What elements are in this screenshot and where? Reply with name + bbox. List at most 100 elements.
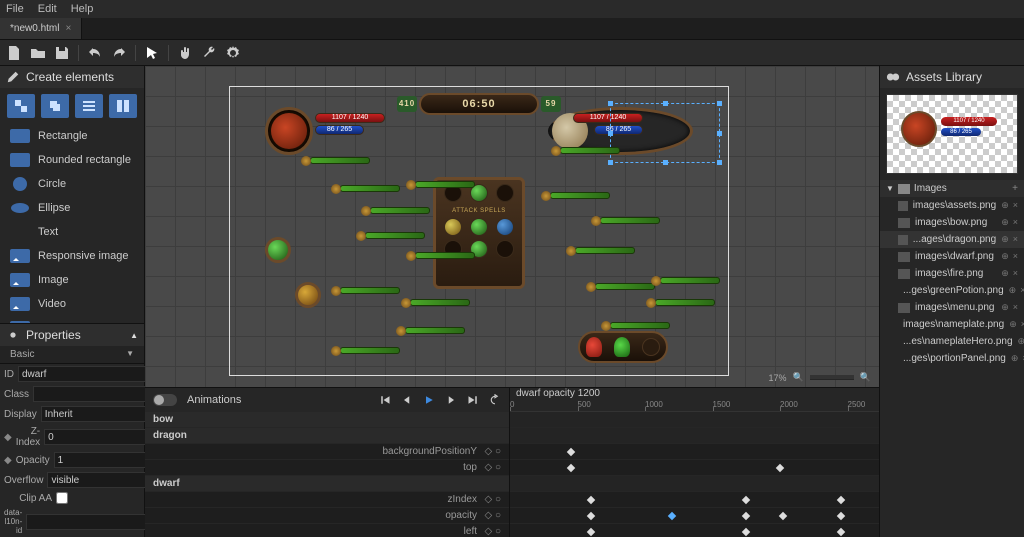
track-opacity[interactable]: opacity◇ ○ [145,508,509,524]
element-rectangle[interactable]: Rectangle [0,124,144,148]
asset-item[interactable]: ...es\nameplateHero.png⊕× [880,333,1024,350]
zoom-in-icon[interactable]: 🔍 [860,372,871,383]
keyframe[interactable] [587,496,595,504]
save-icon[interactable] [54,45,70,61]
keyframe[interactable] [837,512,845,520]
timeline-ruler[interactable]: 050010001500200025003000350040004500 [510,400,879,412]
element-button[interactable]: BButton [0,316,144,323]
hand-icon[interactable] [177,45,193,61]
keyframe[interactable] [567,448,575,456]
asset-item[interactable]: images\nameplate.png⊕× [880,316,1024,333]
pointer-icon[interactable] [144,45,160,61]
keyframe[interactable] [587,512,595,520]
keyframe[interactable] [742,496,750,504]
delete-icon[interactable]: × [1013,268,1018,279]
element-rounded-rectangle[interactable]: Rounded rectangle [0,148,144,172]
delete-icon[interactable]: × [1013,234,1018,245]
locate-icon[interactable]: ⊕ [1001,251,1009,262]
asset-item[interactable]: images\fire.png⊕× [880,265,1024,282]
element-text[interactable]: Text [0,220,144,244]
selection-box[interactable] [610,103,720,163]
asset-item[interactable]: images\bow.png⊕× [880,214,1024,231]
asset-item[interactable]: images\dwarf.png⊕× [880,248,1024,265]
next-frame-icon[interactable] [445,394,457,406]
redo-icon[interactable] [111,45,127,61]
gear-icon[interactable] [225,45,241,61]
properties-section[interactable]: Basic▼ [0,346,144,364]
keyframe[interactable] [587,528,595,536]
open-file-icon[interactable] [30,45,46,61]
locate-icon[interactable]: ⊕ [1009,319,1017,330]
asset-item[interactable]: images\assets.png⊕× [880,197,1024,214]
prop-id-input[interactable] [18,366,158,382]
mode-layer[interactable] [41,94,69,118]
track-zIndex[interactable]: zIndex◇ ○ [145,492,509,508]
element-image[interactable]: Image [0,268,144,292]
locate-icon[interactable]: ⊕ [1001,217,1009,228]
menu-edit[interactable]: Edit [38,3,57,15]
keyframe[interactable] [742,512,750,520]
locate-icon[interactable]: ⊕ [1011,353,1019,364]
delete-icon[interactable]: × [1013,200,1018,211]
keyframe[interactable] [742,528,750,536]
new-file-icon[interactable] [6,45,22,61]
asset-item[interactable]: ...ages\dragon.png⊕× [880,231,1024,248]
element-video[interactable]: Video [0,292,144,316]
locate-icon[interactable]: ⊕ [1001,302,1009,313]
asset-group-images[interactable]: ▼ Images + [880,180,1024,197]
asset-item[interactable]: ...ges\greenPotion.png⊕× [880,282,1024,299]
timeline-info: dwarf opacity 1200 [510,388,879,400]
track-dwarf[interactable]: dwarf [145,476,509,492]
mode-shape[interactable] [7,94,35,118]
element-circle[interactable]: Circle [0,172,144,196]
delete-icon[interactable]: × [1013,302,1018,313]
track-left[interactable]: left◇ ○ [145,524,509,537]
locate-icon[interactable]: ⊕ [1001,200,1009,211]
track-dragon[interactable]: dragon [145,428,509,444]
zoom-slider[interactable] [810,375,854,380]
close-icon[interactable]: × [65,23,71,34]
keyframe[interactable] [567,464,575,472]
animations-toggle[interactable] [153,394,177,406]
create-elements-title: Create elements [26,70,114,84]
loop-icon[interactable] [489,394,501,406]
document-tab[interactable]: *new0.html × [0,18,82,39]
undo-icon[interactable] [87,45,103,61]
delete-icon[interactable]: × [1013,217,1018,228]
create-elements-header[interactable]: Create elements [0,66,144,88]
locate-icon[interactable]: ⊕ [1018,336,1024,347]
keyframe[interactable] [778,512,786,520]
prop-clip-checkbox[interactable] [56,492,68,504]
track-top[interactable]: top◇ ○ [145,460,509,476]
locate-icon[interactable]: ⊕ [1001,234,1009,245]
locate-icon[interactable]: ⊕ [1001,268,1009,279]
delete-icon[interactable]: × [1013,251,1018,262]
delete-icon[interactable]: × [1020,285,1024,296]
element-ellipse[interactable]: Ellipse [0,196,144,220]
asset-item[interactable]: images\menu.png⊕× [880,299,1024,316]
first-frame-icon[interactable] [379,394,391,406]
keyframe[interactable] [776,464,784,472]
mode-list[interactable] [75,94,103,118]
menu-help[interactable]: Help [71,3,94,15]
asset-item[interactable]: ...ges\portionPanel.png⊕× [880,350,1024,367]
canvas[interactable]: 1107 / 1240 86 / 265 1107 / 1240 86 / 26… [145,66,879,387]
add-asset-icon[interactable]: + [1012,183,1018,194]
keyframe[interactable] [837,496,845,504]
properties-header[interactable]: Properties ▲ [0,324,144,346]
locate-icon[interactable]: ⊕ [1009,285,1017,296]
wrench-icon[interactable] [201,45,217,61]
play-icon[interactable] [423,394,435,406]
track-backgroundPositionY[interactable]: backgroundPositionY◇ ○ [145,444,509,460]
element-responsive-image[interactable]: Responsive image [0,244,144,268]
track-bow[interactable]: bow [145,412,509,428]
assets-header[interactable]: Assets Library [880,66,1024,88]
timeline-graph[interactable]: dwarf opacity 1200 050010001500200025003… [510,388,879,537]
mode-grid[interactable] [109,94,137,118]
keyframe[interactable] [668,512,676,520]
zoom-out-icon[interactable]: 🔍 [793,372,804,383]
last-frame-icon[interactable] [467,394,479,406]
keyframe[interactable] [837,528,845,536]
menu-file[interactable]: File [6,3,24,15]
prev-frame-icon[interactable] [401,394,413,406]
